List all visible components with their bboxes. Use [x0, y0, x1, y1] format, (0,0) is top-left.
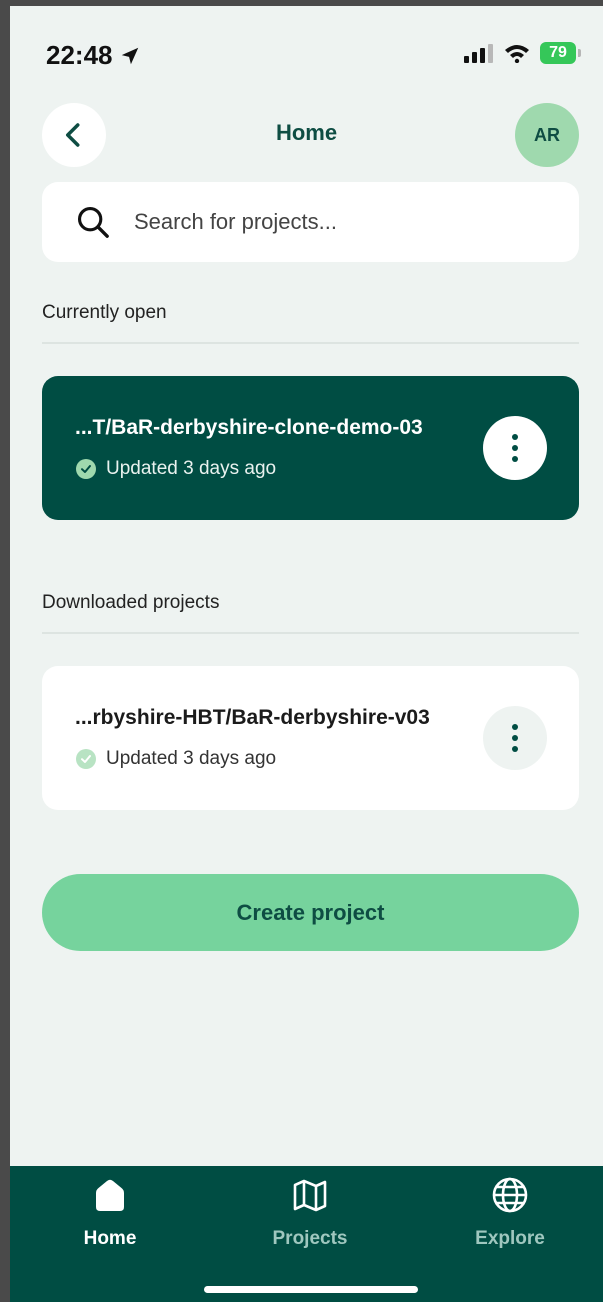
divider: [42, 342, 579, 344]
section-label-currently-open: Currently open: [42, 302, 167, 323]
section-label-downloaded: Downloaded projects: [42, 592, 220, 613]
create-project-button[interactable]: Create project: [42, 874, 579, 951]
avatar-initials: AR: [534, 124, 560, 145]
tab-label: Explore: [475, 1228, 545, 1249]
status-bar: 22:48 79: [10, 6, 603, 96]
globe-icon: [489, 1174, 531, 1216]
status-icons: 79: [464, 42, 581, 64]
location-arrow-icon: [121, 47, 138, 64]
project-status-text: Updated 3 days ago: [106, 748, 277, 769]
battery-cap: [578, 49, 581, 57]
tab-label: Home: [83, 1228, 137, 1249]
map-icon: [289, 1174, 331, 1216]
home-indicator: [204, 1286, 418, 1293]
project-status: Updated 3 days ago: [76, 458, 276, 480]
check-circle-icon: [76, 459, 96, 479]
project-status-text: Updated 3 days ago: [106, 458, 277, 479]
bottom-tab-bar: Home Projects Explore: [10, 1166, 603, 1302]
check-circle-icon: [76, 749, 96, 769]
project-title: ...rbyshire-HBT/BaR-derbyshire-v03: [75, 706, 430, 729]
tab-explore[interactable]: Explore: [420, 1174, 600, 1250]
tab-projects[interactable]: Projects: [220, 1174, 400, 1250]
app-screen: 22:48 79 Home AR Search for projects... …: [10, 6, 603, 1302]
project-more-button[interactable]: [483, 416, 547, 480]
wifi-icon: [505, 45, 529, 63]
cellular-signal-icon: [464, 44, 493, 63]
project-more-button[interactable]: [483, 706, 547, 770]
project-title: ...T/BaR-derbyshire-clone-demo-03: [75, 416, 423, 439]
more-vertical-icon: [512, 434, 518, 462]
open-project-card[interactable]: ...T/BaR-derbyshire-clone-demo-03 Update…: [42, 376, 579, 520]
status-time-text: 22:48: [46, 40, 113, 70]
divider: [42, 632, 579, 634]
more-vertical-icon: [512, 724, 518, 752]
search-icon: [77, 206, 109, 238]
project-status: Updated 3 days ago: [76, 748, 276, 770]
tab-home[interactable]: Home: [20, 1174, 200, 1250]
tab-label: Projects: [272, 1228, 348, 1249]
avatar[interactable]: AR: [515, 103, 579, 167]
battery-level: 79: [549, 44, 567, 61]
home-icon: [89, 1174, 131, 1216]
search-input[interactable]: [132, 208, 536, 236]
battery-indicator: 79: [540, 42, 576, 64]
search-bar[interactable]: [42, 182, 579, 262]
downloaded-project-card[interactable]: ...rbyshire-HBT/BaR-derbyshire-v03 Updat…: [42, 666, 579, 810]
status-time: 22:48: [46, 40, 141, 71]
